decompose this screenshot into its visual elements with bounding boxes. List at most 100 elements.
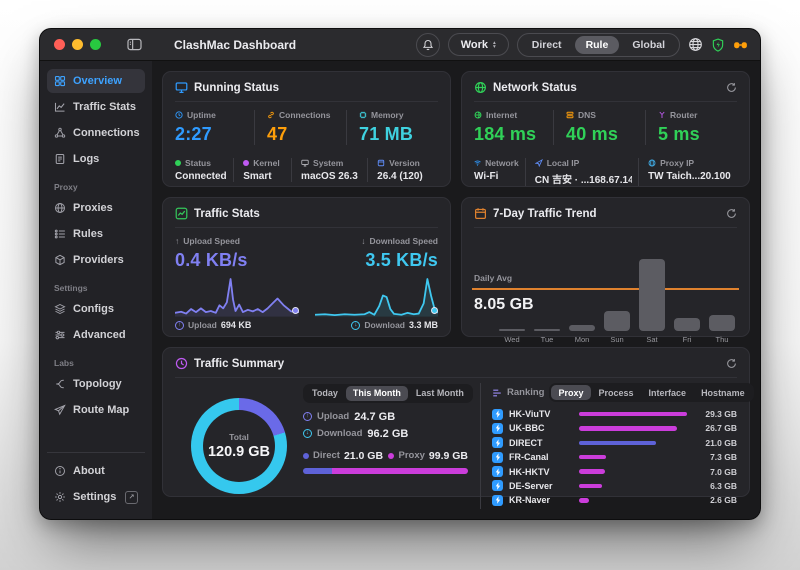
sidebar-item-settings[interactable]: Settings ↗: [47, 485, 145, 509]
settings-external-badge-icon: ↗: [125, 491, 138, 504]
sidebar-item-label: Overview: [73, 75, 122, 87]
sidebar-item-route-map[interactable]: Route Map: [47, 398, 145, 422]
sidebar-item-configs[interactable]: Configs: [47, 297, 145, 321]
document-icon: [54, 153, 66, 165]
tab-interface[interactable]: Interface: [642, 385, 694, 400]
proxy-ip-detail: Proxy IP TW Taich...20.100.50: [638, 158, 737, 186]
chart-icon: [175, 207, 188, 220]
sidebar: Overview Traffic Stats Connections Logs …: [40, 61, 152, 519]
sidebar-item-overview[interactable]: Overview: [47, 69, 145, 93]
globe-dot-icon: [474, 111, 482, 119]
tab-process[interactable]: Process: [592, 385, 641, 400]
cube-icon: [54, 254, 66, 266]
download-speed-panel: ↓Download Speed 3.5 KB/s ↓ Download3.3 M…: [315, 236, 439, 330]
ranking-bars-icon: [492, 388, 502, 398]
network-status-card: Network Status Internet 184 ms DNS 40 ms…: [461, 71, 750, 187]
ranking-name: HK-ViuTV: [509, 409, 575, 419]
card-title: Traffic Summary: [194, 358, 284, 370]
globe-icon: [474, 81, 487, 94]
shield-button[interactable]: [711, 38, 725, 52]
ranking-row[interactable]: HK-ViuTV29.3 GB: [492, 408, 737, 420]
card-title: 7-Day Traffic Trend: [493, 208, 597, 220]
sidebar-item-advanced[interactable]: Advanced: [47, 323, 145, 347]
mode-rule[interactable]: Rule: [575, 36, 620, 54]
trend-bar-fri: Fri: [674, 318, 700, 344]
mode-segmented-control: Direct Rule Global: [517, 33, 680, 57]
sidebar-item-about[interactable]: About: [47, 459, 145, 483]
kernel-dot: [243, 160, 249, 166]
notifications-button[interactable]: [416, 33, 440, 57]
circled-up-arrow-icon: ↑: [303, 412, 312, 421]
traffic-donut-chart: Total 120.9 GB: [175, 383, 303, 509]
ranking-row[interactable]: FR-Canal7.3 GB: [492, 451, 737, 463]
ranking-name: DIRECT: [509, 438, 575, 448]
sidebar-item-traffic-stats[interactable]: Traffic Stats: [47, 95, 145, 119]
antenna-icon: [658, 111, 666, 119]
tab-hostname[interactable]: Hostname: [694, 385, 752, 400]
circled-up-arrow-icon: ↑: [175, 321, 184, 330]
dns-latency-stat: DNS 40 ms: [553, 110, 645, 145]
ranking-bar: [579, 441, 687, 446]
tab-proxy[interactable]: Proxy: [551, 385, 590, 400]
sidebar-item-rules[interactable]: Rules: [47, 222, 145, 246]
rules-list-icon: [54, 228, 66, 240]
minimize-window-button[interactable]: [72, 39, 83, 50]
ranking-name: HK-HKTV: [509, 467, 575, 477]
refresh-icon: [726, 208, 737, 219]
proxy-bolt-badge-icon: [492, 452, 503, 463]
ranking-row[interactable]: HK-HKTV7.0 GB: [492, 466, 737, 478]
tab-today[interactable]: Today: [305, 386, 345, 401]
system-detail: System macOS 26.3: [291, 158, 367, 182]
ranking-panel: Ranking Proxy Process Interface Hostname…: [481, 383, 737, 509]
ranking-tabs: Proxy Process Interface Hostname: [549, 383, 753, 402]
sidebar-item-logs[interactable]: Logs: [47, 147, 145, 171]
sidebar-item-label: Advanced: [73, 329, 126, 341]
ranking-row[interactable]: UK-BBC26.7 GB: [492, 422, 737, 434]
proxy-dot: [388, 453, 394, 459]
refresh-button[interactable]: [726, 208, 737, 219]
ranking-list: HK-ViuTV29.3 GB UK-BBC26.7 GB DIRECT21.0 G…: [492, 408, 737, 506]
sidebar-toggle-icon[interactable]: [127, 38, 142, 51]
trend-bar-chart: Daily Avg 8.05 GB WedTueMonSunSatFriThu: [474, 236, 737, 344]
tab-last-month[interactable]: Last Month: [409, 386, 471, 401]
info-icon: [54, 465, 66, 477]
tab-this-month[interactable]: This Month: [346, 386, 408, 401]
zoom-window-button[interactable]: [90, 39, 101, 50]
mode-direct[interactable]: Direct: [521, 36, 573, 54]
monitor-icon: [175, 81, 188, 94]
refresh-button[interactable]: [726, 82, 737, 93]
memory-stat: Memory 71 MB: [346, 110, 438, 145]
ranking-bar: [579, 498, 687, 503]
direct-summary: Direct21.0 GB: [303, 450, 383, 462]
ranking-name: FR-Canal: [509, 452, 575, 462]
globe-icon: [54, 202, 66, 214]
sidebar-section-settings: Settings: [54, 283, 138, 293]
circled-down-arrow-icon: ↓: [303, 429, 312, 438]
globe-icon: [688, 37, 703, 52]
ranking-row[interactable]: DE-Server6.3 GB: [492, 480, 737, 492]
sidebar-item-label: Topology: [73, 378, 122, 390]
ranking-row[interactable]: KR-Naver2.6 GB: [492, 494, 737, 506]
sidebar-item-providers[interactable]: Providers: [47, 248, 145, 272]
sidebar-item-proxies[interactable]: Proxies: [47, 196, 145, 220]
sidebar-item-label: Proxies: [73, 202, 113, 214]
line-chart-icon: [54, 101, 66, 113]
close-window-button[interactable]: [54, 39, 65, 50]
card-title: Running Status: [194, 82, 279, 94]
mode-global[interactable]: Global: [621, 36, 676, 54]
globe-button[interactable]: [688, 37, 703, 52]
memory-chip-icon: [359, 111, 367, 119]
window-title: ClashMac Dashboard: [174, 38, 296, 52]
trend-bar-tue: Tue: [534, 329, 560, 345]
sidebar-item-topology[interactable]: Topology: [47, 372, 145, 396]
status-detail: Status Connected: [175, 158, 233, 182]
privacy-button[interactable]: [733, 38, 748, 52]
refresh-button[interactable]: [726, 358, 737, 369]
circled-down-arrow-icon: ↓: [351, 321, 360, 330]
sidebar-item-connections[interactable]: Connections: [47, 121, 145, 145]
status-dot: [175, 160, 181, 166]
sidebar-item-label: Logs: [73, 153, 99, 165]
ranking-name: DE-Server: [509, 481, 575, 491]
ranking-row[interactable]: DIRECT21.0 GB: [492, 437, 737, 449]
profile-dropdown[interactable]: Work ▴▾: [448, 33, 509, 56]
